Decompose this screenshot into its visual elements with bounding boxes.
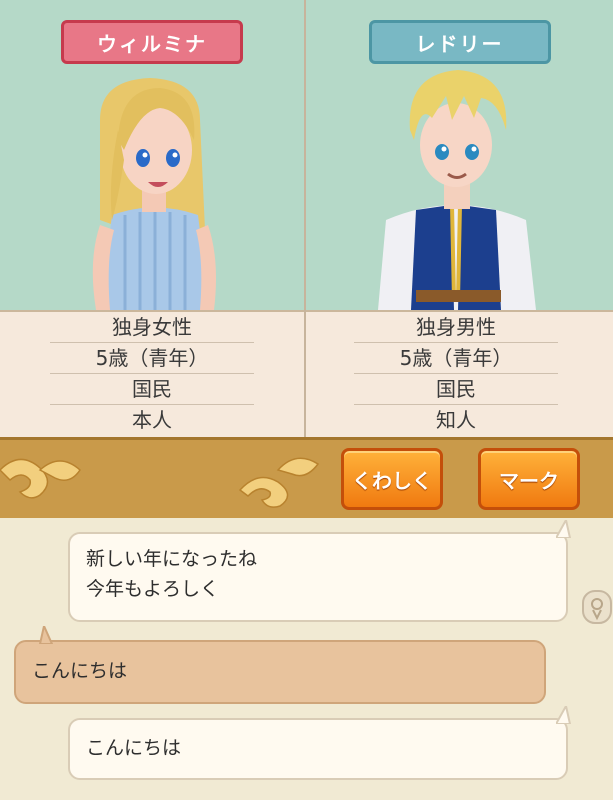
chat-bubble-player: こんにちは [14,640,546,704]
profile-comparison: ウィルミナ 独身女性 5歳（青年） 国民 本人 レドリー 独身男性 5歳（青年）… [0,0,613,437]
bubble-tail [556,706,572,724]
details-button[interactable]: くわしく [341,448,443,510]
chat-text: 今年もよろしく [86,578,220,600]
status-row: 国民 [50,374,254,405]
chat-text: こんにちは [86,737,182,759]
chat-bubble-partner: こんにちは [68,718,568,780]
right-character-panel: レドリー 独身男性 5歳（青年） 国民 知人 [306,0,613,437]
left-character-panel: ウィルミナ 独身女性 5歳（青年） 国民 本人 [0,0,306,437]
chat-bubble-partner: 新しい年になったね 今年もよろしく [68,532,568,622]
status-row: 5歳（青年） [50,343,254,374]
bubble-tail [556,520,572,538]
right-character-name: レドリー [368,20,551,64]
status-row: 独身女性 [50,312,254,343]
status-row: 国民 [354,374,558,405]
status-row: 知人 [436,408,476,432]
left-character-name: ウィルミナ [61,20,243,64]
bubble-tail [38,626,54,644]
mark-button[interactable]: マーク [478,448,580,510]
left-status-list: 独身女性 5歳（青年） 国民 本人 [50,312,254,435]
chat-text: 新しい年になったね [86,548,258,570]
chat-text: こんにちは [32,660,128,682]
right-portrait: レドリー [306,0,613,312]
status-row: 5歳（青年） [354,343,558,374]
status-row: 本人 [132,408,172,432]
scroll-hand-icon[interactable] [582,590,612,624]
right-status-list: 独身男性 5歳（青年） 国民 知人 [354,312,558,435]
status-row: 独身男性 [354,312,558,343]
left-portrait: ウィルミナ [0,0,304,312]
